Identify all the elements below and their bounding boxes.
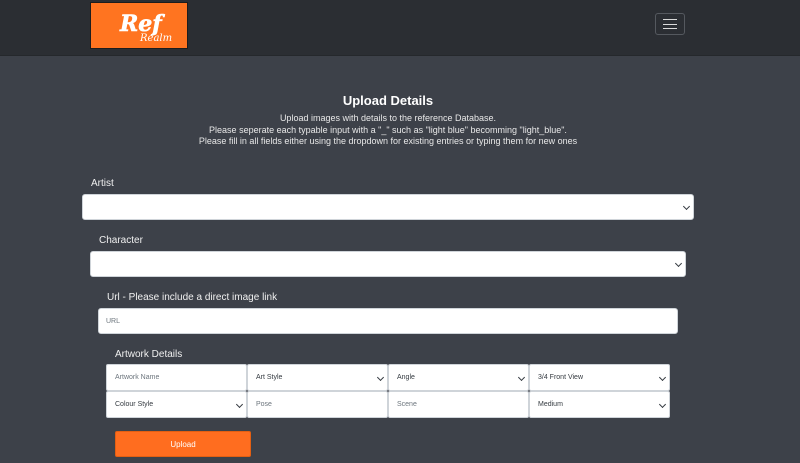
angle-select[interactable]: Angle [388, 364, 529, 391]
navbar: Ref Realm [0, 0, 800, 56]
ref-realm-logo[interactable]: Ref Realm [90, 2, 188, 49]
art-style-select[interactable]: Art Style [247, 364, 388, 391]
navbar-toggle-button[interactable] [655, 13, 685, 35]
url-input[interactable]: URL [98, 308, 678, 334]
artwork-details-label: Artwork Details [115, 349, 183, 360]
chevron-down-icon [658, 373, 667, 381]
view-value: 3/4 Front View [538, 374, 584, 381]
view-select[interactable]: 3/4 Front View [529, 364, 670, 391]
art-style-value: Art Style [256, 374, 283, 381]
scene-input[interactable]: Scene [388, 391, 529, 418]
chevron-down-icon [235, 400, 244, 408]
colour-style-select[interactable]: Colour Style [106, 391, 247, 418]
chevron-down-icon [517, 373, 526, 381]
character-select[interactable] [90, 251, 686, 277]
chevron-down-icon [682, 202, 691, 211]
instruction-line: Please seperate each typable input with … [209, 124, 567, 135]
artwork-name-input[interactable]: Artwork Name [106, 364, 247, 391]
page-title: Upload Details [342, 93, 434, 108]
instruction-line: Please fill in all fields either using t… [198, 136, 578, 146]
quality-select[interactable]: Medium [529, 391, 670, 418]
artist-label: Artist [91, 178, 114, 189]
artist-select[interactable] [82, 194, 694, 220]
character-label: Character [99, 235, 143, 246]
quality-value: Medium [538, 401, 563, 408]
chevron-down-icon [674, 259, 683, 268]
logo-lettering: Ref Realm [119, 11, 172, 44]
pose-input[interactable]: Pose [247, 391, 388, 418]
url-label: Url - Please include a direct image link [107, 292, 278, 303]
logo-text-realm: Realm [139, 33, 172, 44]
instructions: Upload images with details to the refere… [0, 113, 776, 148]
angle-value: Angle [397, 374, 415, 381]
pose-placeholder: Pose [256, 401, 272, 408]
scene-placeholder: Scene [397, 401, 417, 408]
artwork-name-placeholder: Artwork Name [115, 374, 160, 381]
chevron-down-icon [376, 373, 385, 381]
instruction-line: Upload images with details to the refere… [279, 113, 497, 123]
url-placeholder: URL [106, 317, 121, 325]
upload-button[interactable]: Upload [115, 431, 251, 457]
colour-style-value: Colour Style [115, 401, 154, 408]
chevron-down-icon [658, 400, 667, 408]
hamburger-icon [663, 19, 677, 29]
